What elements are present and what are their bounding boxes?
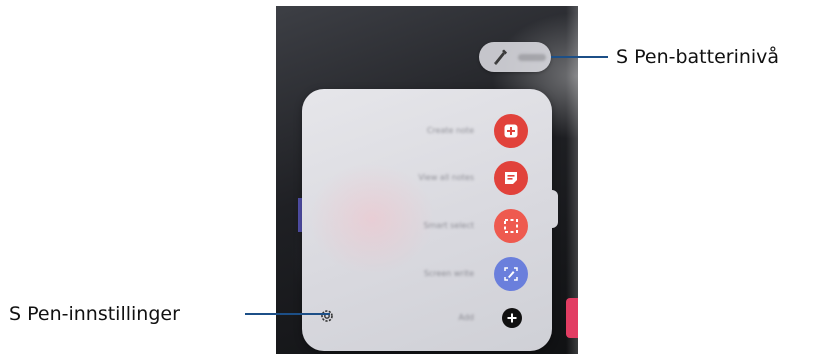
- menu-item-label: Screen write: [423, 269, 474, 278]
- menu-item-create-note[interactable]: Create note: [302, 114, 552, 148]
- menu-item-label: View all notes: [418, 173, 474, 182]
- add-icon[interactable]: [502, 308, 522, 328]
- view-notes-icon[interactable]: [494, 161, 528, 195]
- menu-item-label: Create note: [426, 126, 474, 135]
- settings-callout-line: [245, 313, 330, 315]
- menu-item-label: Add: [458, 313, 475, 322]
- menu-item-view-notes[interactable]: View all notes: [302, 161, 552, 195]
- battery-callout-line: [551, 56, 608, 58]
- s-pen-battery-indicator[interactable]: ·····: [479, 42, 551, 72]
- smart-select-icon[interactable]: [494, 209, 528, 243]
- gear-icon[interactable]: [318, 307, 336, 325]
- create-note-icon[interactable]: [494, 114, 528, 148]
- battery-level-text: ·····: [518, 53, 546, 61]
- menu-item-smart-select[interactable]: Smart select: [302, 209, 552, 243]
- battery-callout-label: S Pen-batterinivå: [616, 46, 780, 68]
- menu-item-screen-write[interactable]: Screen write: [302, 257, 552, 291]
- background-app-icon-pink: [566, 298, 578, 338]
- menu-item-label: Smart select: [423, 221, 474, 230]
- screen-write-icon[interactable]: [494, 257, 528, 291]
- phone-screen: ····· Create note View all notes: [276, 6, 578, 354]
- air-command-panel: Create note View all notes Smart select …: [302, 89, 558, 351]
- s-pen-icon: [494, 49, 507, 65]
- settings-callout-label: S Pen-innstillinger: [9, 303, 180, 325]
